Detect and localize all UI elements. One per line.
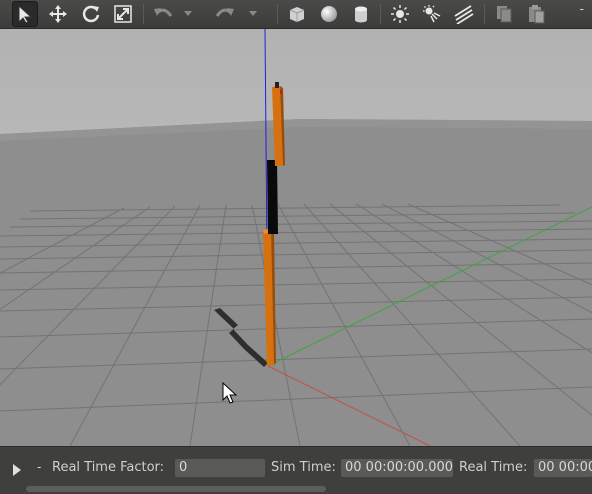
chevron-down-icon bbox=[249, 11, 257, 16]
copy-button[interactable] bbox=[491, 1, 517, 27]
move-arrows-icon bbox=[49, 5, 67, 23]
real-time-label: Real Time: bbox=[459, 460, 528, 475]
toolbar: - bbox=[0, 0, 592, 29]
paste-icon bbox=[529, 5, 545, 24]
box-shape-button[interactable] bbox=[284, 1, 310, 27]
directional-light-button[interactable] bbox=[451, 1, 477, 27]
sphere-shape-button[interactable] bbox=[316, 1, 342, 27]
undo-button[interactable] bbox=[150, 1, 176, 27]
play-icon bbox=[13, 464, 21, 476]
ground-plane bbox=[0, 119, 592, 446]
scale-icon bbox=[114, 5, 132, 23]
sim-time-field: 00 00:00:00.000 bbox=[341, 459, 453, 477]
directional-light-icon bbox=[454, 5, 474, 24]
scrollbar-thumb[interactable] bbox=[26, 486, 326, 492]
cylinder-icon bbox=[355, 6, 367, 23]
spot-light-icon bbox=[423, 5, 441, 23]
rotate-icon bbox=[82, 5, 100, 23]
status-bar: - Real Time Factor: 0 Sim Time: 00 00:00… bbox=[0, 446, 592, 494]
point-light-button[interactable] bbox=[387, 1, 413, 27]
cylinder-shape-button[interactable] bbox=[348, 1, 374, 27]
play-button[interactable] bbox=[13, 461, 21, 480]
arrow-cursor-icon bbox=[18, 4, 33, 24]
undo-icon bbox=[154, 8, 173, 17]
step-label: - bbox=[37, 460, 42, 474]
redo-icon bbox=[215, 8, 234, 17]
sphere-icon bbox=[321, 6, 337, 22]
scale-tool-button[interactable] bbox=[110, 1, 136, 27]
select-tool-button[interactable] bbox=[12, 1, 38, 27]
redo-button[interactable] bbox=[212, 1, 238, 27]
paste-button[interactable] bbox=[523, 1, 549, 27]
copy-icon bbox=[497, 6, 512, 23]
undo-dropdown[interactable] bbox=[181, 1, 195, 27]
real-time-field: 00 00:00:00.000 bbox=[534, 459, 592, 477]
sim-time-label: Sim Time: bbox=[271, 460, 336, 475]
redo-dropdown[interactable] bbox=[246, 1, 260, 27]
box-icon bbox=[289, 7, 305, 22]
real-time-factor-label: Real Time Factor: bbox=[52, 460, 165, 475]
toolbar-overflow[interactable]: - bbox=[580, 2, 584, 16]
point-light-icon bbox=[391, 5, 409, 23]
rotate-tool-button[interactable] bbox=[78, 1, 104, 27]
chevron-down-icon bbox=[184, 11, 192, 16]
translate-tool-button[interactable] bbox=[45, 1, 71, 27]
middle-link bbox=[267, 160, 278, 234]
real-time-factor-field: 0 bbox=[175, 459, 265, 477]
spot-light-button[interactable] bbox=[419, 1, 445, 27]
scene-viewport[interactable] bbox=[0, 29, 592, 446]
